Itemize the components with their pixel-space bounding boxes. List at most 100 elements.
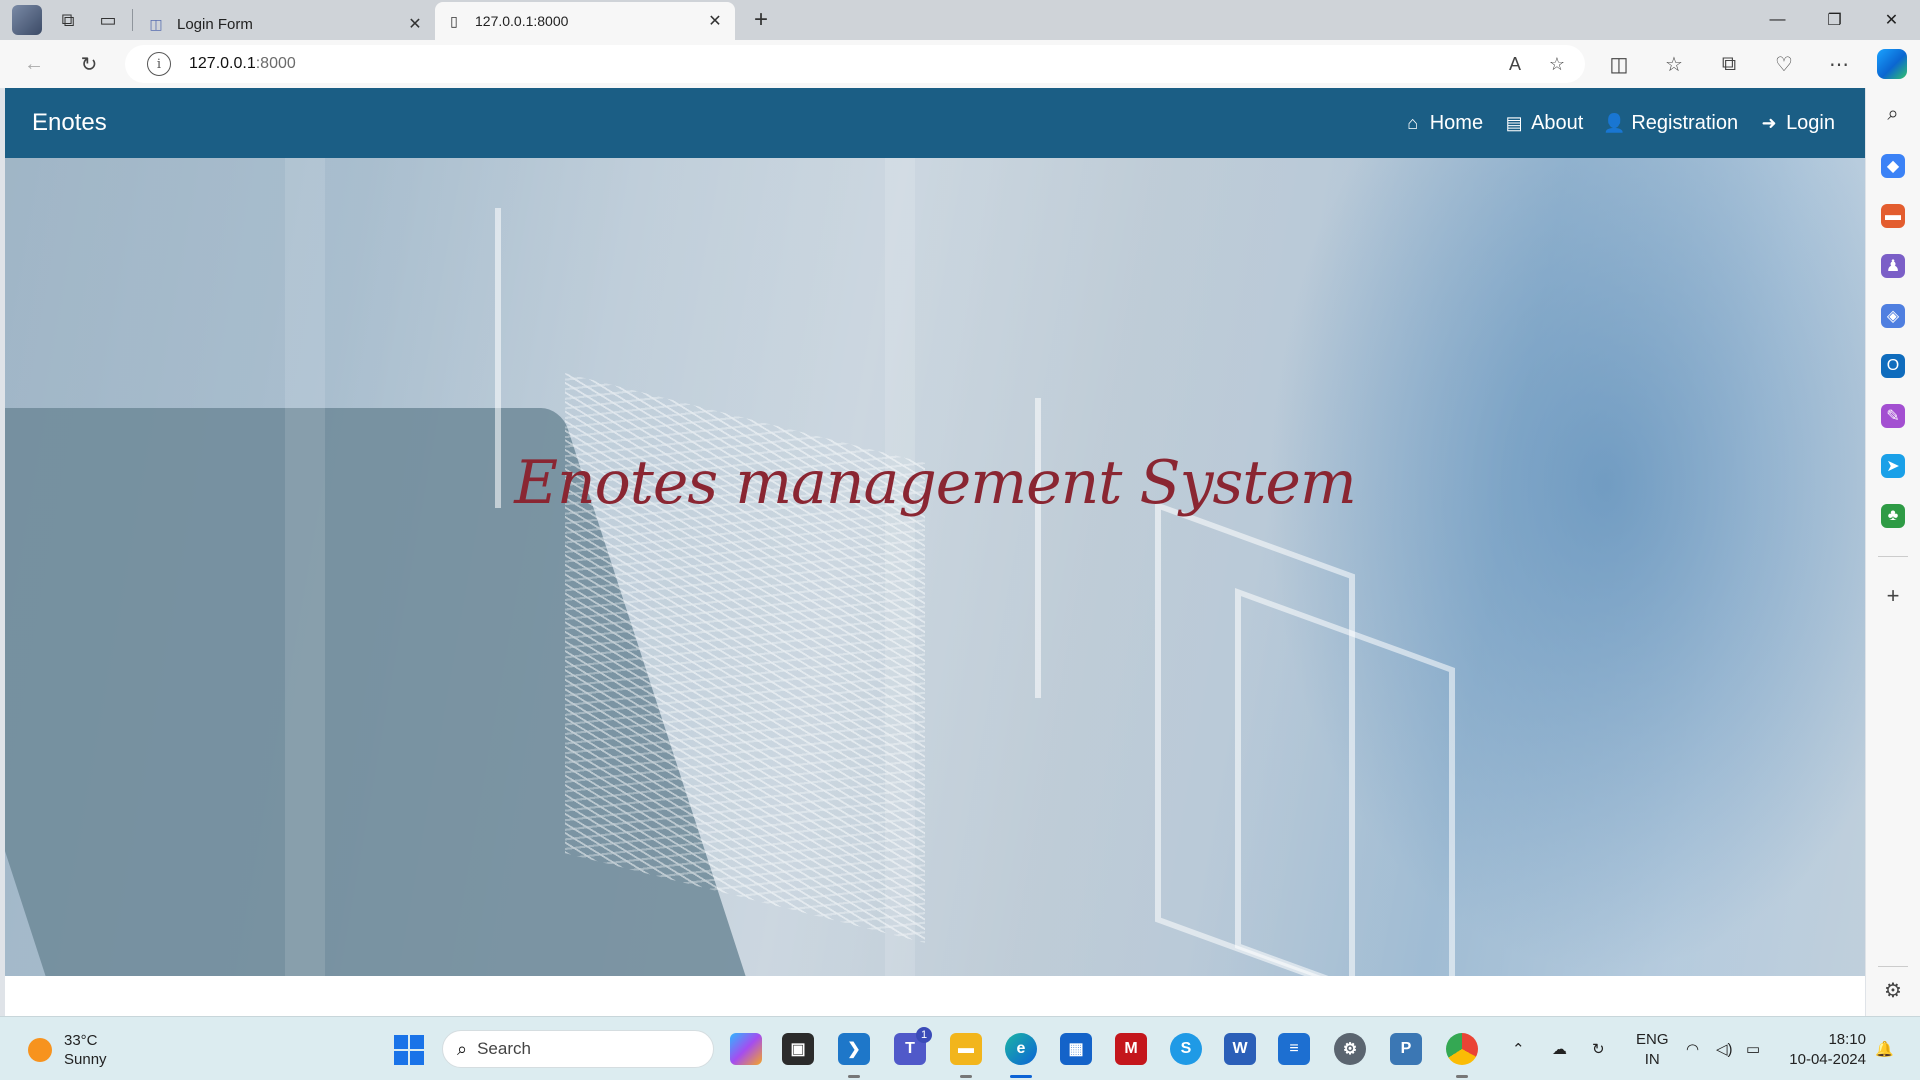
file-explorer-icon[interactable]: ▬ <box>950 1033 982 1065</box>
send-icon[interactable]: ➤ <box>1881 454 1905 478</box>
favorites-icon[interactable]: ☆ <box>1658 48 1690 80</box>
notification-bell-icon[interactable]: 🔔 <box>1875 1017 1894 1080</box>
user-plus-icon: 👤 <box>1603 112 1626 133</box>
weather-temp: 33°C <box>64 1032 98 1049</box>
chrome-running-indicator <box>1456 1075 1468 1078</box>
sidebar-divider <box>1878 556 1908 557</box>
nav-login-link[interactable]: ➜ Login <box>1758 112 1835 135</box>
battery-icon[interactable]: ▭ <box>1746 1017 1760 1080</box>
sunny-icon <box>28 1038 52 1062</box>
clock-time: 18:10 <box>1828 1031 1866 1048</box>
tab-close-icon[interactable]: ✕ <box>405 14 425 34</box>
taskbar: 33°C Sunny ⌕ Search ▣ ❯ T 1 ▬ e ▦ M S W … <box>0 1016 1920 1080</box>
settings-gear-icon[interactable]: ⚙ <box>1334 1033 1366 1065</box>
nav-about-link[interactable]: ▤ About <box>1503 111 1584 135</box>
microsoft-store-icon[interactable]: ▦ <box>1060 1033 1092 1065</box>
browser-toolbar: ← ↻ i 127.0.0.1:8000 A ☆ ◫ ☆ ⧉ ♡ ⋯ <box>0 40 1920 88</box>
tools-icon[interactable]: ▬ <box>1881 204 1905 228</box>
more-options-icon[interactable]: ⋯ <box>1823 48 1855 80</box>
outlook-icon[interactable]: O <box>1881 354 1905 378</box>
windows-logo-pane <box>394 1035 408 1049</box>
start-button[interactable] <box>394 1035 424 1065</box>
task-view-icon[interactable]: ▣ <box>782 1033 814 1065</box>
page-footer <box>5 976 1865 1016</box>
nav-about-label: About <box>1531 111 1584 134</box>
microsoft-365-icon[interactable]: ◈ <box>1881 304 1905 328</box>
nav-home-link[interactable]: ⌂ Home <box>1402 112 1483 135</box>
designer-icon[interactable]: ✎ <box>1881 404 1905 428</box>
site-brand[interactable]: Enotes <box>32 109 107 137</box>
read-aloud-icon[interactable]: A <box>1503 52 1527 76</box>
explorer-running-indicator <box>960 1075 972 1078</box>
profile-avatar[interactable] <box>12 5 42 35</box>
sync-icon[interactable]: ↻ <box>1592 1017 1605 1080</box>
volume-icon[interactable]: ◁) <box>1716 1017 1733 1080</box>
minimize-button[interactable]: — <box>1749 0 1806 40</box>
windows-logo-pane <box>394 1051 408 1065</box>
tab-actions-icon[interactable]: ▭ <box>88 0 128 40</box>
close-window-button[interactable]: ✕ <box>1863 0 1920 40</box>
nav-registration-link[interactable]: 👤 Registration <box>1603 112 1738 135</box>
new-tab-button[interactable]: + <box>741 0 781 40</box>
wifi-icon[interactable]: ◠ <box>1686 1017 1699 1080</box>
vscode-running-indicator <box>848 1075 860 1078</box>
system-clock[interactable]: 18:10 10-04-2024 <box>1789 1030 1866 1070</box>
sidebar-divider <box>1878 966 1908 967</box>
refresh-icon[interactable]: ↻ <box>73 48 105 80</box>
tab-title: 127.0.0.1:8000 <box>475 13 569 29</box>
mcafee-icon[interactable]: M <box>1115 1033 1147 1065</box>
add-icon[interactable]: + <box>1881 583 1905 608</box>
word-icon[interactable]: W <box>1224 1033 1256 1065</box>
search-icon[interactable]: ⌕ <box>1881 102 1905 126</box>
address-bar[interactable]: i 127.0.0.1:8000 A ☆ <box>125 45 1585 83</box>
weather-widget[interactable]: 33°C Sunny <box>28 1031 107 1069</box>
sign-in-icon: ➜ <box>1761 112 1777 133</box>
skype-icon[interactable]: S <box>1170 1033 1202 1065</box>
nav-login-label: Login <box>1786 111 1835 134</box>
search-icon: ⌕ <box>457 1038 468 1059</box>
language-indicator[interactable]: ENG IN <box>1636 1030 1669 1070</box>
shopping-tag-icon[interactable]: ◆ <box>1881 154 1905 178</box>
tab-close-icon[interactable]: ✕ <box>705 11 725 31</box>
browser-essentials-icon[interactable]: ♡ <box>1768 48 1800 80</box>
tab-title: Login Form <box>177 15 253 33</box>
taskbar-search[interactable]: ⌕ Search <box>442 1030 714 1068</box>
chrome-icon[interactable] <box>1446 1033 1478 1065</box>
back-arrow-icon[interactable]: ← <box>18 48 50 80</box>
taskbar-search-label: Search <box>477 1039 531 1058</box>
hero-title: Enotes management System <box>514 448 1357 518</box>
edge-browser-icon[interactable]: e <box>1005 1033 1037 1065</box>
weather-text: 33°C Sunny <box>64 1031 107 1069</box>
games-icon[interactable]: ♟ <box>1881 254 1905 278</box>
copilot-icon[interactable] <box>1877 49 1907 79</box>
settings-gear-icon[interactable]: ⚙ <box>1881 978 1905 1002</box>
language-region: IN <box>1644 1051 1660 1068</box>
collections-icon[interactable]: ⧉ <box>1713 48 1745 80</box>
tab-login-form[interactable]: ◫ Login Form ✕ <box>137 8 435 40</box>
teams-badge: 1 <box>916 1027 932 1043</box>
python-icon[interactable]: P <box>1390 1033 1422 1065</box>
browser-tab-strip: ⧉ ▭ ◫ Login Form ✕ ▯ 127.0.0.1:8000 ✕ + … <box>0 0 1920 40</box>
home-icon: ⌂ <box>1407 112 1419 133</box>
tab-localhost[interactable]: ▯ 127.0.0.1:8000 ✕ <box>435 2 735 40</box>
onedrive-icon[interactable]: ☁ <box>1552 1017 1567 1080</box>
address-url[interactable]: 127.0.0.1:8000 <box>189 55 296 73</box>
nav-registration-label: Registration <box>1631 111 1739 134</box>
workspaces-icon[interactable]: ⧉ <box>48 0 88 40</box>
tree-icon[interactable]: ♣ <box>1881 504 1905 528</box>
tray-overflow-icon[interactable]: ⌃ <box>1512 1017 1525 1080</box>
weather-condition: Sunny <box>64 1051 107 1068</box>
notepad-icon[interactable]: ≡ <box>1278 1033 1310 1065</box>
restore-button[interactable]: ❐ <box>1806 0 1863 40</box>
nav-home-label: Home <box>1429 111 1484 134</box>
vscode-icon[interactable]: ❯ <box>838 1033 870 1065</box>
page-favicon-icon: ◫ <box>149 15 163 32</box>
windows-logo-pane <box>410 1035 424 1049</box>
hero-background-shelf <box>285 158 325 976</box>
site-info-icon[interactable]: i <box>147 52 171 76</box>
copilot-taskbar-icon[interactable] <box>730 1033 762 1065</box>
hero-line-art <box>1035 398 1041 698</box>
edge-sidebar: ⌕ ◆ ▬ ♟ ◈ O ✎ ➤ ♣ + ⚙ <box>1866 88 1920 1016</box>
favorite-star-icon[interactable]: ☆ <box>1545 52 1569 76</box>
split-screen-icon[interactable]: ◫ <box>1603 48 1635 80</box>
